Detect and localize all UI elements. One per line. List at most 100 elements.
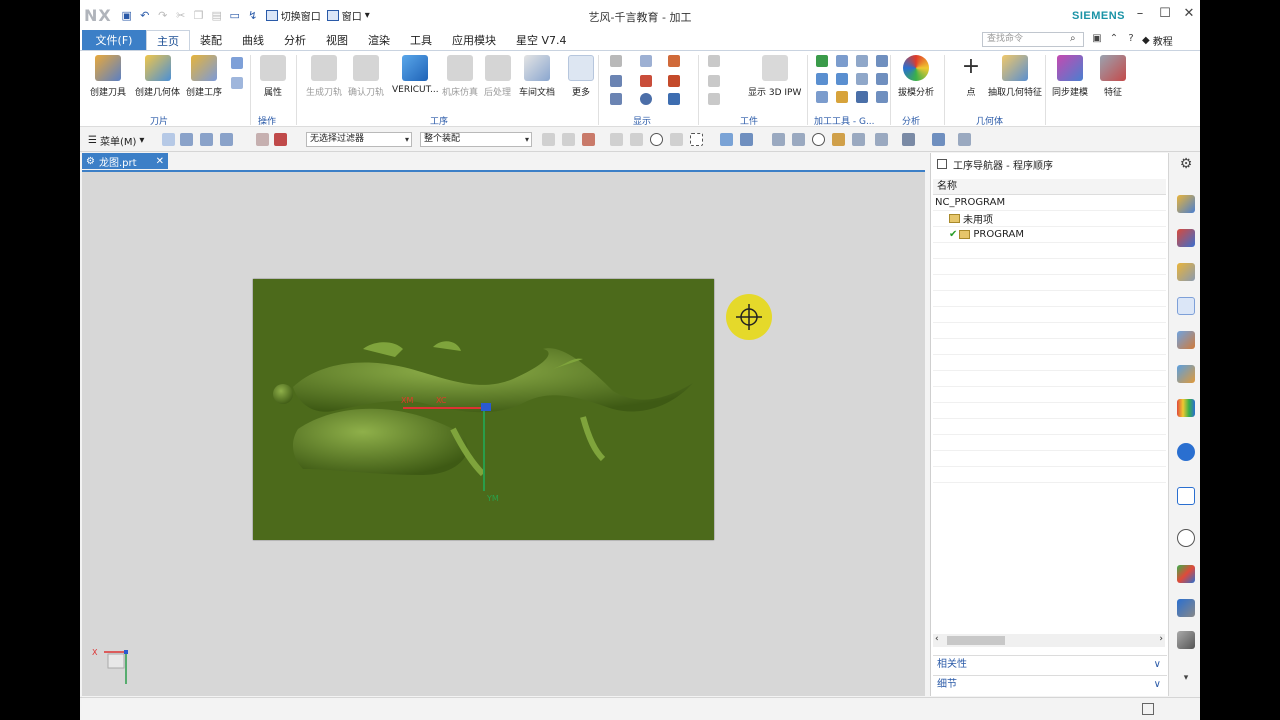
- extract-geometry-button[interactable]: 抽取几何特征: [988, 55, 1042, 98]
- main-menu-button[interactable]: ☰ 菜单(M) ▾: [88, 133, 144, 148]
- reuse-library-icon[interactable]: [1177, 399, 1195, 417]
- shop-documentation-button[interactable]: 车间文档: [519, 55, 555, 98]
- scrollbar-thumb[interactable]: [947, 636, 1005, 645]
- rotate-icon[interactable]: [812, 133, 825, 146]
- machine-tool-navigator-icon[interactable]: [1177, 331, 1195, 349]
- tree-row-root[interactable]: NC_PROGRAM: [933, 195, 1166, 211]
- mfg-tool-d-icon[interactable]: [836, 55, 848, 67]
- close-button[interactable]: ✕: [1181, 6, 1197, 22]
- mfg-tool-l-icon[interactable]: [876, 91, 888, 103]
- tab-tools[interactable]: 工具: [400, 30, 442, 50]
- toolpath-display-icon[interactable]: [610, 55, 622, 67]
- mfg-tool-i-icon[interactable]: [856, 91, 868, 103]
- paste-icon[interactable]: ▤: [210, 8, 224, 22]
- assembly-navigator-icon[interactable]: [1177, 229, 1195, 247]
- feed-icon[interactable]: [668, 55, 680, 67]
- hd3d-tools-icon[interactable]: [1177, 443, 1195, 461]
- point-button[interactable]: + 点: [958, 55, 984, 99]
- save-icon[interactable]: ▣: [120, 8, 134, 22]
- tree-row-program[interactable]: ✔ PROGRAM: [933, 227, 1166, 243]
- tab-analysis[interactable]: 分析: [274, 30, 316, 50]
- collapse-ribbon-icon[interactable]: ⌃: [1107, 32, 1121, 46]
- hide-display-icon[interactable]: [610, 93, 622, 105]
- cut-icon[interactable]: ✂: [174, 8, 188, 22]
- relevance-section[interactable]: 相关性 ∨: [933, 655, 1167, 673]
- tab-application[interactable]: 应用模块: [442, 30, 506, 50]
- snap-e-icon[interactable]: [630, 133, 643, 146]
- tab-xingkong[interactable]: 星空 V7.4: [506, 30, 577, 50]
- select-group-icon[interactable]: [180, 133, 193, 146]
- select-method-icon[interactable]: [220, 133, 233, 146]
- show-3d-ipw-button[interactable]: 显示 3D IPW: [748, 55, 801, 98]
- workpiece-b-icon[interactable]: [708, 75, 720, 87]
- generate-toolpath-button[interactable]: 生成刀轨: [306, 55, 342, 98]
- mfg-tool-j-icon[interactable]: [876, 55, 888, 67]
- maximize-button[interactable]: ☐: [1157, 6, 1173, 22]
- undo-icon[interactable]: ↶: [138, 8, 152, 22]
- mfg-tool-c-icon[interactable]: [816, 91, 828, 103]
- mfg-tool-g-icon[interactable]: [856, 55, 868, 67]
- curve-icon[interactable]: [640, 75, 652, 87]
- close-icon[interactable]: ✕: [156, 156, 164, 167]
- mfg-tool-b-icon[interactable]: [816, 73, 828, 85]
- layout-icon[interactable]: [875, 133, 888, 146]
- create-tool-button[interactable]: 创建刀具: [90, 55, 126, 98]
- chevron-down-icon[interactable]: ▾: [1177, 673, 1195, 691]
- orient-icon[interactable]: [852, 133, 865, 146]
- gear-icon[interactable]: ⚙: [1177, 156, 1195, 174]
- cube-view-icon[interactable]: [740, 133, 753, 146]
- section-icon[interactable]: [958, 133, 971, 146]
- mfg-tool-f-icon[interactable]: [836, 91, 848, 103]
- column-header-name[interactable]: 名称: [933, 179, 1166, 195]
- touch-mode-icon[interactable]: ▭: [228, 8, 242, 22]
- horizontal-scrollbar[interactable]: ‹ ›: [933, 634, 1165, 647]
- render-style-icon[interactable]: [902, 133, 915, 146]
- ribbon-options-icon[interactable]: ▣: [1090, 32, 1104, 46]
- edit-display-icon[interactable]: [640, 55, 652, 67]
- repeat-command-icon[interactable]: ↯: [246, 8, 260, 22]
- tab-render[interactable]: 渲染: [358, 30, 400, 50]
- shaded-view-icon[interactable]: [720, 133, 733, 146]
- part-navigator-icon[interactable]: [1177, 195, 1195, 213]
- tool-display-icon[interactable]: [668, 75, 680, 87]
- more-button[interactable]: 更多: [568, 55, 594, 98]
- tree-row-unused[interactable]: 未用项: [933, 211, 1166, 227]
- navigator-pin-checkbox[interactable]: [937, 159, 947, 169]
- history-clock-icon[interactable]: [1177, 529, 1195, 547]
- copy-icon[interactable]: ❐: [192, 8, 206, 22]
- line-icon[interactable]: [668, 93, 680, 105]
- help-icon[interactable]: ?: [1124, 32, 1138, 46]
- file-menu-tab[interactable]: 文件(F): [82, 30, 146, 50]
- pan-icon[interactable]: [832, 133, 845, 146]
- select-program-icon[interactable]: [200, 133, 213, 146]
- web-browser-icon[interactable]: [1177, 487, 1195, 505]
- snap-f-icon[interactable]: [670, 133, 683, 146]
- sync-modeling-button[interactable]: 同步建模: [1052, 55, 1088, 98]
- program-icon[interactable]: [231, 57, 243, 69]
- snap-a-icon[interactable]: [542, 133, 555, 146]
- mfg-tool-h-icon[interactable]: [856, 73, 868, 85]
- window-menu-button[interactable]: 窗口 ▾: [326, 8, 370, 23]
- tab-curve[interactable]: 曲线: [232, 30, 274, 50]
- tab-assembly[interactable]: 装配: [190, 30, 232, 50]
- confirm-toolpath-button[interactable]: 确认刀轨: [348, 55, 384, 98]
- properties-button[interactable]: 属性: [260, 55, 286, 98]
- operation-navigator-icon[interactable]: [1177, 297, 1195, 315]
- layer-display-icon[interactable]: [610, 75, 622, 87]
- workpiece-c-icon[interactable]: [708, 93, 720, 105]
- tab-view[interactable]: 视图: [316, 30, 358, 50]
- scope-select[interactable]: 整个装配 ▾: [420, 132, 532, 147]
- box-select-icon[interactable]: [690, 133, 703, 146]
- redo-icon[interactable]: ↷: [156, 8, 170, 22]
- snap-b-icon[interactable]: [562, 133, 575, 146]
- search-icon[interactable]: ⌕: [1070, 33, 1082, 45]
- type-filter-select[interactable]: 无选择过滤器 ▾: [306, 132, 412, 147]
- shade-icon[interactable]: [932, 133, 945, 146]
- minimize-button[interactable]: –: [1132, 6, 1148, 22]
- create-operation-button[interactable]: 创建工序: [186, 55, 222, 98]
- details-section[interactable]: 细节 ∨: [933, 675, 1167, 693]
- circle-icon[interactable]: [640, 93, 652, 105]
- roles-icon[interactable]: [1177, 631, 1195, 649]
- snap-c-icon[interactable]: [582, 133, 595, 146]
- mfg-tool-e-icon[interactable]: [836, 73, 848, 85]
